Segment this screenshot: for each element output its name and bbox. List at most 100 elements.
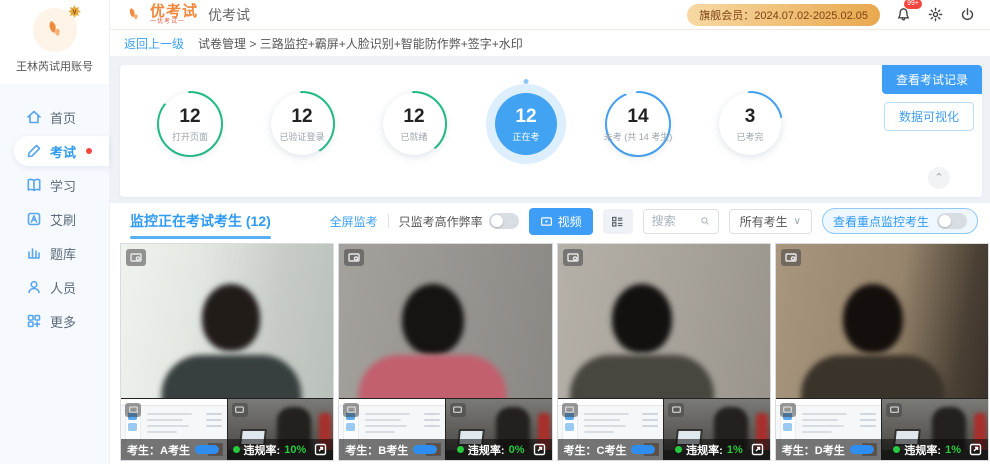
fullscreen-proctor-link[interactable]: 全屏监考 <box>330 213 378 230</box>
focus-monitor-toggle[interactable] <box>937 213 967 229</box>
view-exam-records-button[interactable]: 查看考试记录 <box>882 65 982 94</box>
side-cam-icon <box>886 403 902 417</box>
exam-monitor-app: V 王林芮试用账号 首页 考试 学习 艾刷 <box>0 0 990 464</box>
settings-button[interactable] <box>926 6 944 24</box>
membership-badge[interactable]: 旗舰会员：2024.07.02-2025.02.05 <box>687 4 880 26</box>
student-info-bar: 考生：D考生 违规率: 1% <box>776 439 988 460</box>
notification-count: 99+ <box>904 0 922 9</box>
screen-icon <box>125 403 141 417</box>
expand-icon[interactable] <box>751 443 764 456</box>
student-video-card[interactable]: 考生：A考生 违规率: 10% <box>120 243 334 461</box>
focus-monitor-toggle-group[interactable]: 查看重点监控考生 <box>822 208 978 234</box>
monitor-panel: 监控正在考试考生 (12) 全屏监考 只监考高作弊率 视频 <box>110 203 990 464</box>
sidebar-item-study[interactable]: 学习 <box>14 170 109 200</box>
expand-icon[interactable] <box>314 443 327 456</box>
sidebar-item-home[interactable]: 首页 <box>14 102 109 132</box>
exam-progress-panel: 12打开页面 12已验证登录 12已就绪 <box>120 65 982 197</box>
violation-label: 违规率: <box>686 442 723 458</box>
student-info-bar: 考生：B考生 违规率: 0% <box>339 439 551 460</box>
sidebar-item-exam[interactable]: 考试 <box>14 136 109 166</box>
expand-icon[interactable] <box>969 443 982 456</box>
data-visualization-button[interactable]: 数据可视化 <box>884 102 974 131</box>
search-input[interactable] <box>652 214 700 228</box>
home-icon <box>26 109 42 125</box>
pen-icon <box>26 143 42 159</box>
logo-text: 优考试 <box>150 4 198 19</box>
brand-leaf-icon <box>124 5 144 25</box>
high-cheat-toggle-label: 只监考高作弊率 <box>399 213 483 230</box>
student-video-card[interactable]: 考生：D考生 违规率: 1% <box>775 243 989 461</box>
stat-opened-page: 12打开页面 <box>142 79 238 183</box>
stat-taking-exam[interactable]: 12正在考 <box>478 79 574 183</box>
student-name: 考生：C考生 <box>564 442 627 458</box>
violation-label: 违规率: <box>468 442 505 458</box>
grid-view-button[interactable] <box>603 209 633 234</box>
grid-more-icon <box>26 313 42 329</box>
student-info-bar: 考生：A考生 违规率: 10% <box>121 439 333 460</box>
username: 王林芮试用账号 <box>0 58 109 74</box>
avatar[interactable]: V <box>33 8 77 52</box>
search-icon <box>700 215 710 227</box>
bell-icon <box>896 7 911 22</box>
violation-rate: 1% <box>727 444 743 456</box>
sidebar: V 王林芮试用账号 首页 考试 学习 艾刷 <box>0 0 110 464</box>
edit-name-button[interactable] <box>413 445 437 454</box>
screen-source-icon <box>781 249 801 266</box>
screen-icon <box>343 403 359 417</box>
stat-ready: 12已就绪 <box>366 79 462 183</box>
violation-label: 违规率: <box>904 442 941 458</box>
side-cam-icon <box>450 403 466 417</box>
chevron-down-icon: ∨ <box>794 216 801 227</box>
video-view-button[interactable]: 视频 <box>529 208 593 235</box>
gear-icon <box>928 7 943 22</box>
back-link[interactable]: 返回上一级 <box>124 35 184 52</box>
status-dot <box>893 446 900 453</box>
sidebar-item-more[interactable]: 更多 <box>14 306 109 336</box>
stat-finished: 3已考完 <box>702 79 798 183</box>
search-box[interactable] <box>643 209 719 234</box>
screen-icon <box>780 403 796 417</box>
progress-circles: 12打开页面 12已验证登录 12已就绪 <box>142 79 798 183</box>
violation-rate: 1% <box>945 444 961 456</box>
logout-button[interactable] <box>958 6 976 24</box>
divider <box>388 214 389 228</box>
sidebar-nav: 首页 考试 学习 艾刷 题库 人员 <box>0 84 109 340</box>
collapse-panel-button[interactable]: ⌃ <box>928 167 950 189</box>
side-cam-icon <box>668 403 684 417</box>
student-name: 考生：D考生 <box>782 442 845 458</box>
edit-name-button[interactable] <box>850 445 874 454</box>
video-icon <box>540 215 553 228</box>
tab-monitoring-students[interactable]: 监控正在考试考生 (12) <box>130 203 271 239</box>
list-view-icon <box>611 215 624 228</box>
expand-icon[interactable] <box>533 443 546 456</box>
student-video-card[interactable]: 考生：B考生 违规率: 0% <box>338 243 552 461</box>
violation-label: 违规率: <box>244 442 281 458</box>
person-icon <box>26 279 42 295</box>
breadcrumb: 返回上一级 试卷管理 > 三路监控+霸屏+人脸识别+智能防作弊+签字+水印 <box>110 30 990 57</box>
violation-rate: 0% <box>509 444 525 456</box>
student-video-grid: 考生：A考生 违规率: 10% <box>110 239 990 461</box>
student-video-card[interactable]: 考生：C考生 违规率: 1% <box>557 243 771 461</box>
brand-leaf-icon <box>42 17 68 43</box>
side-cam-icon <box>232 403 248 417</box>
main-webcam-feed <box>558 244 770 398</box>
stat-verified-login: 12已验证登录 <box>254 79 350 183</box>
student-filter-select[interactable]: 所有考生 ∨ <box>729 209 812 234</box>
screen-icon <box>562 403 578 417</box>
stat-not-taken: 14未考 (共 14 考生) <box>590 79 686 183</box>
power-icon <box>960 7 975 22</box>
student-name: 考生：A考生 <box>127 442 190 458</box>
sidebar-item-aibrush[interactable]: 艾刷 <box>14 204 109 234</box>
edit-name-button[interactable] <box>631 445 655 454</box>
status-dot <box>675 446 682 453</box>
sidebar-item-people[interactable]: 人员 <box>14 272 109 302</box>
status-dot <box>457 446 464 453</box>
main-webcam-feed <box>776 244 988 398</box>
violation-rate: 10% <box>284 444 306 456</box>
edit-name-button[interactable] <box>195 445 219 454</box>
sidebar-item-question-bank[interactable]: 题库 <box>14 238 109 268</box>
notifications-button[interactable]: 99+ <box>894 6 912 24</box>
student-info-bar: 考生：C考生 违规率: 1% <box>558 439 770 460</box>
brand[interactable]: 优考试 一优考试一 优考试 <box>124 4 250 25</box>
high-cheat-toggle[interactable] <box>489 213 519 229</box>
